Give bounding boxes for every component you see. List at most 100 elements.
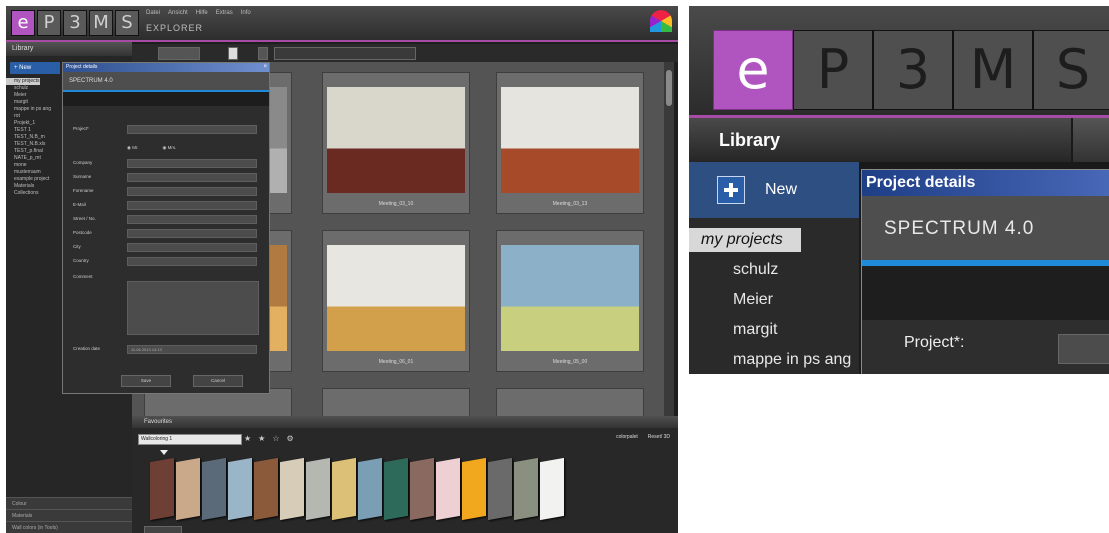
project-field[interactable] xyxy=(1058,334,1109,364)
color-swatch[interactable] xyxy=(410,457,434,521)
new-button[interactable]: New xyxy=(765,181,797,199)
cancel-button[interactable]: Cancel xyxy=(193,375,243,387)
toolbar-field[interactable] xyxy=(274,47,416,60)
dialog-title: Project details xyxy=(862,170,1109,196)
thumbnail-caption: Meeting_03_13 xyxy=(552,201,588,207)
star-icon[interactable]: ★ xyxy=(244,434,251,443)
toolbar xyxy=(132,44,678,62)
zoom-new-row: New xyxy=(689,162,859,218)
color-swatch[interactable] xyxy=(176,457,200,521)
menu-item[interactable]: Ansicht xyxy=(168,10,188,16)
color-fan-icon xyxy=(650,10,672,32)
country-field[interactable] xyxy=(127,257,257,266)
color-swatch[interactable] xyxy=(254,457,278,521)
document-icon[interactable] xyxy=(228,47,238,60)
form-row: Street / No. xyxy=(73,215,263,225)
list-item[interactable]: my projects xyxy=(689,228,801,252)
menu-item[interactable]: Hilfe xyxy=(196,10,208,16)
logo-letter: 3 xyxy=(873,30,953,110)
logo-letter: M xyxy=(89,10,113,36)
radio-mrs[interactable]: ◉ Mrs. xyxy=(162,145,176,151)
gallery-scrollbar[interactable] xyxy=(664,62,674,416)
list-item[interactable]: Meier xyxy=(689,285,859,315)
color-swatch[interactable] xyxy=(358,457,382,521)
tool-icon[interactable] xyxy=(258,47,268,60)
email-field[interactable] xyxy=(127,201,257,210)
color-swatch[interactable] xyxy=(436,457,460,521)
zoom-project-list: my projects schulz Meier margit mappe in… xyxy=(689,218,859,374)
thumbnail[interactable]: Meeting_05_00 xyxy=(496,230,644,372)
comment-textarea[interactable] xyxy=(127,281,259,335)
scrollbar-thumb[interactable] xyxy=(666,70,672,106)
list-item[interactable]: margit xyxy=(689,315,859,345)
project-field[interactable] xyxy=(127,125,257,134)
menu-item[interactable]: Datei xyxy=(146,10,160,16)
form-row: City xyxy=(73,243,263,253)
form-row: Postcode xyxy=(73,229,263,239)
thumbnail[interactable] xyxy=(322,388,470,418)
thumbnail[interactable]: Meeting_06_01 xyxy=(322,230,470,372)
colorpalet-button[interactable]: colorpalet xyxy=(616,434,638,440)
radio-mr[interactable]: ◉ Mr. xyxy=(127,145,138,151)
company-field[interactable] xyxy=(127,159,257,168)
thumbnail[interactable]: Meeting_03_10 xyxy=(322,72,470,214)
color-swatch[interactable] xyxy=(306,457,330,521)
thumbnail-image xyxy=(501,245,639,351)
form-row: Forename xyxy=(73,187,263,197)
close-icon[interactable]: × xyxy=(263,63,267,72)
color-swatch[interactable] xyxy=(488,457,512,521)
favourites-footer-button[interactable] xyxy=(144,526,182,533)
city-field[interactable] xyxy=(127,243,257,252)
zoom-sidebar: New my projects schulz Meier margit mapp… xyxy=(689,162,859,374)
sidebar-footer-item[interactable]: Wall colors (in Tools) xyxy=(6,521,132,533)
dialog-band xyxy=(63,92,269,106)
sidebar-footer-item[interactable]: Materials xyxy=(6,509,132,521)
color-swatch[interactable] xyxy=(280,457,304,521)
field-label: Creation date xyxy=(73,346,101,351)
radio-label: Mrs. xyxy=(167,145,177,150)
settings-icon[interactable]: ⚙ xyxy=(287,434,294,443)
menu-item[interactable]: Extras xyxy=(216,10,233,16)
postcode-field[interactable] xyxy=(127,229,257,238)
color-swatch[interactable] xyxy=(514,457,538,521)
salutation-radios: ◉ Mr. ◉ Mrs. xyxy=(127,145,176,151)
list-item[interactable]: mappe in ps ang xyxy=(689,345,859,374)
thumbnail-image xyxy=(501,87,639,193)
save-button[interactable]: Save xyxy=(121,375,171,387)
color-swatch[interactable] xyxy=(150,457,174,521)
color-swatch[interactable] xyxy=(332,457,356,521)
field-label: Surname xyxy=(73,174,92,179)
list-item[interactable]: schulz xyxy=(689,255,859,285)
color-swatch[interactable] xyxy=(462,457,486,521)
logo-letter: S xyxy=(1033,30,1109,110)
dialog-brand: SPECTRUM 4.0 xyxy=(63,72,269,92)
logo-letter: P xyxy=(37,10,61,36)
field-label: Country xyxy=(73,258,89,263)
color-swatch[interactable] xyxy=(202,457,226,521)
surname-field[interactable] xyxy=(127,173,257,182)
new-project-button[interactable]: + New xyxy=(10,62,60,74)
reset-3d-button[interactable]: Reset/ 3D xyxy=(648,434,670,440)
menu-item[interactable]: Info xyxy=(241,10,251,16)
thumbnail-image xyxy=(327,245,465,351)
list-item[interactable]: my projects xyxy=(6,78,40,85)
favourites-select[interactable]: Wallcoloring 1 xyxy=(138,434,242,445)
view-button[interactable] xyxy=(158,47,200,60)
forename-field[interactable] xyxy=(127,187,257,196)
project-label: Project*: xyxy=(904,334,965,351)
star-outline-icon[interactable]: ☆ xyxy=(272,434,279,443)
favourites-toolbar: ★ ★ ☆ ⚙ xyxy=(244,434,294,443)
plus-icon[interactable] xyxy=(717,176,745,204)
thumbnail[interactable] xyxy=(496,388,644,418)
color-swatch[interactable] xyxy=(540,457,564,521)
star-add-icon[interactable]: ★ xyxy=(258,434,265,443)
form-row: Surname xyxy=(73,173,263,183)
sidebar-footer-item[interactable]: Colour xyxy=(6,497,132,509)
logo-letter: e xyxy=(11,10,35,36)
street-field[interactable] xyxy=(127,215,257,224)
logo-letter: S xyxy=(115,10,139,36)
color-swatch[interactable] xyxy=(228,457,252,521)
favourites-tools: colorpalet Reset/ 3D xyxy=(616,434,670,440)
thumbnail[interactable]: Meeting_03_13 xyxy=(496,72,644,214)
color-swatch[interactable] xyxy=(384,457,408,521)
